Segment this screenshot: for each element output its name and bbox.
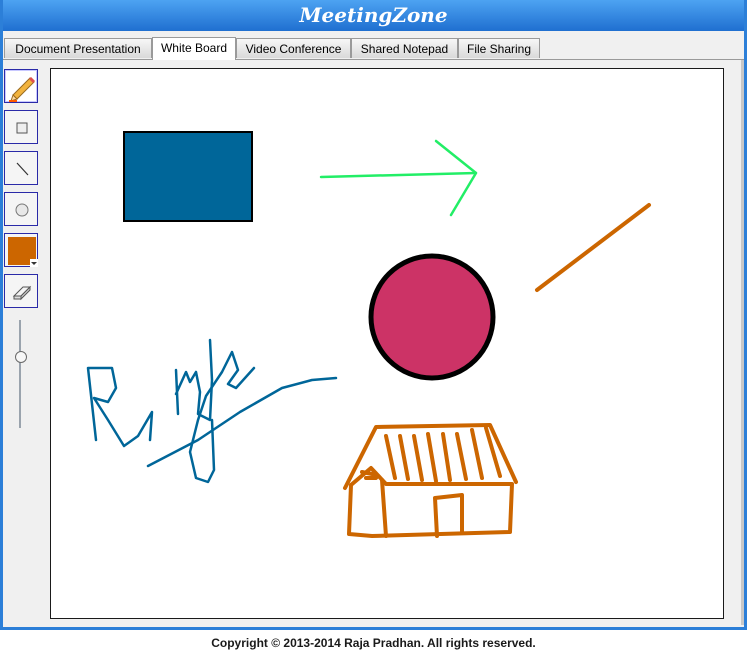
color-picker-icon bbox=[8, 237, 38, 267]
tab-white-board[interactable]: White Board bbox=[152, 37, 236, 60]
brush-size-slider[interactable] bbox=[19, 320, 21, 428]
color-picker-button[interactable] bbox=[4, 233, 38, 267]
drawn-rectangle bbox=[123, 131, 253, 222]
drawn-signature bbox=[86, 338, 338, 484]
drawn-arrow bbox=[319, 139, 478, 217]
tab-video-conference[interactable]: Video Conference bbox=[236, 38, 351, 58]
circle-tool-button[interactable] bbox=[4, 192, 38, 226]
tab-document-presentation[interactable]: Document Presentation bbox=[4, 38, 152, 58]
circle-icon bbox=[15, 203, 29, 217]
drawn-circle bbox=[368, 253, 496, 381]
rectangle-tool-button[interactable] bbox=[4, 110, 38, 144]
eraser-tool-button[interactable] bbox=[4, 274, 38, 308]
eraser-icon bbox=[12, 285, 32, 301]
copyright-footer: Copyright © 2013-2014 Raja Pradhan. All … bbox=[211, 636, 536, 650]
whiteboard-drawing bbox=[86, 131, 651, 538]
brush-size-slider-thumb[interactable] bbox=[15, 350, 27, 363]
tab-file-sharing[interactable]: File Sharing bbox=[458, 38, 540, 58]
drawn-house bbox=[343, 423, 518, 538]
line-icon bbox=[16, 162, 29, 176]
app-title: MeetingZone bbox=[3, 0, 744, 31]
tab-strip: Document Presentation White Board Video … bbox=[3, 35, 744, 60]
scrollbar-edge[interactable] bbox=[741, 60, 744, 625]
tab-shared-notepad[interactable]: Shared Notepad bbox=[351, 38, 458, 58]
rectangle-icon bbox=[16, 122, 28, 134]
whiteboard-canvas[interactable] bbox=[50, 68, 724, 619]
pencil-icon bbox=[9, 76, 36, 102]
drawn-line bbox=[535, 203, 651, 292]
line-tool-button[interactable] bbox=[4, 151, 38, 185]
pencil-tool-button[interactable] bbox=[4, 69, 38, 103]
